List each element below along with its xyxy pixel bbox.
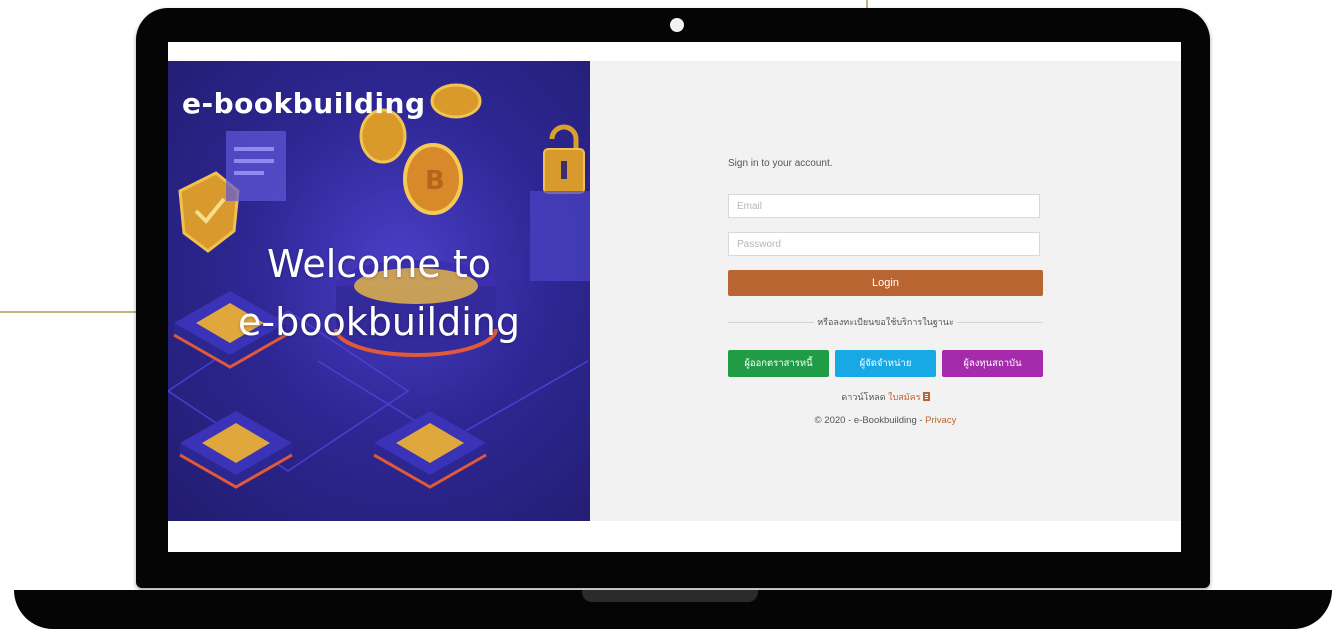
- pdf-icon[interactable]: [922, 392, 930, 401]
- screen-bottom-margin: [168, 521, 1181, 552]
- register-issuer-button[interactable]: ผู้ออกตราสารหนี้: [728, 350, 829, 377]
- cube-platform: [373, 411, 487, 489]
- register-as-text: หรือลงทะเบียนขอใช้บริการในฐานะ: [728, 315, 1043, 329]
- laptop-screen: B e-bookbuilding Welcome to e-bookbuildi…: [168, 42, 1181, 552]
- camera-icon: [670, 18, 684, 32]
- download-row: ดาวน์โหลด ใบสมัคร: [728, 390, 1043, 404]
- download-prefix: ดาวน์โหลด: [841, 392, 886, 402]
- email-field[interactable]: [728, 194, 1040, 218]
- footer: © 2020 - e-Bookbuilding - Privacy: [728, 415, 1043, 426]
- document-line: [234, 171, 264, 175]
- document-icon: [226, 131, 286, 201]
- keyhole: [561, 161, 567, 179]
- privacy-link[interactable]: Privacy: [925, 415, 956, 426]
- coin-icon: [430, 83, 482, 119]
- register-distributor-button[interactable]: ผู้จัดจำหน่าย: [835, 350, 936, 377]
- hero-title: Welcome to e-bookbuilding: [168, 235, 590, 351]
- bitcoin-symbol: B: [425, 166, 445, 196]
- hero-title-line-1: Welcome to: [266, 242, 492, 286]
- register-as-label: หรือลงทะเบียนขอใช้บริการในฐานะ: [814, 317, 957, 327]
- hero-panel: B e-bookbuilding Welcome to e-bookbuildi…: [168, 61, 590, 521]
- screen-top-margin: [168, 42, 1181, 61]
- document-line: [234, 159, 274, 163]
- copyright-text: © 2020 - e-Bookbuilding -: [814, 415, 923, 426]
- decorative-gold-line-left: [0, 311, 140, 313]
- lock-shackle: [549, 124, 579, 149]
- cube-platform: [179, 411, 293, 489]
- password-field[interactable]: [728, 232, 1040, 256]
- register-institutional-investor-button[interactable]: ผู้ลงทุนสถาบัน: [942, 350, 1043, 377]
- application-form-link[interactable]: ใบสมัคร: [888, 392, 920, 402]
- laptop-base-notch: [582, 590, 758, 602]
- document-line: [234, 147, 274, 151]
- hero-title-line-2: e-bookbuilding: [238, 300, 520, 344]
- signin-heading: Sign in to your account.: [728, 158, 833, 169]
- login-button[interactable]: Login: [728, 270, 1043, 296]
- login-panel: Sign in to your account. Login หรือลงทะเ…: [590, 61, 1181, 521]
- brand-logo: e-bookbuilding: [182, 87, 426, 120]
